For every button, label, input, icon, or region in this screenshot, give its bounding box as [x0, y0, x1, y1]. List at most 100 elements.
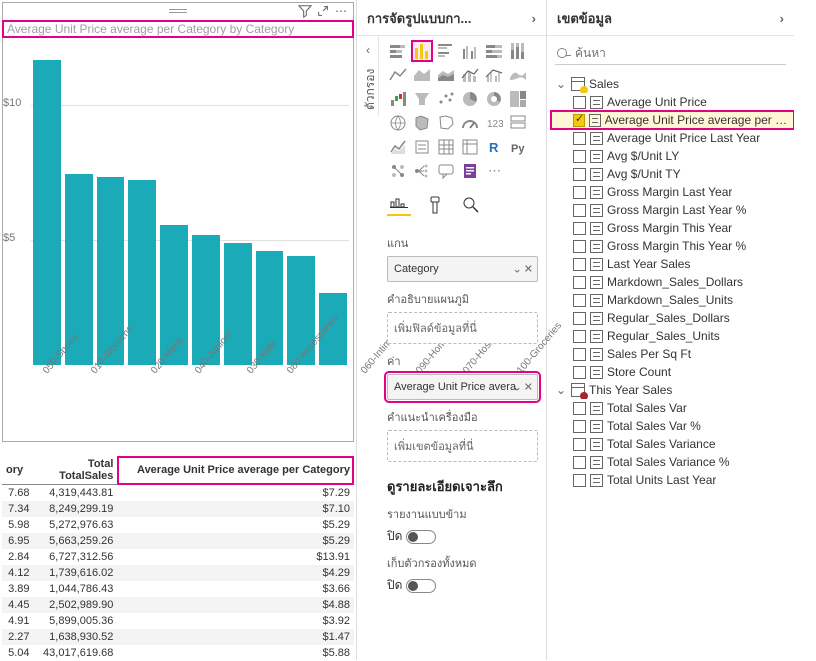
table-row[interactable]: 7.348,249,299.19$7.10 — [2, 501, 354, 517]
checkbox[interactable] — [573, 150, 586, 163]
field-node[interactable]: Gross Margin This Year — [551, 219, 794, 237]
table-row[interactable]: 4.121,739,616.02$4.29 — [2, 565, 354, 581]
focus-mode-icon[interactable] — [315, 3, 331, 19]
bar[interactable] — [33, 60, 61, 365]
table-row[interactable]: 3.891,044,786.43$3.66 — [2, 581, 354, 597]
drag-handle-icon[interactable] — [169, 9, 187, 15]
field-node[interactable]: Markdown_Sales_Dollars — [551, 273, 794, 291]
checkbox[interactable] — [573, 474, 586, 487]
viz-stacked-bar-icon[interactable] — [387, 40, 409, 62]
viz-ribbon-icon[interactable] — [507, 64, 529, 86]
field-node[interactable]: Average Unit Price average per Cate... — [551, 111, 794, 129]
format-tab[interactable] — [423, 194, 447, 216]
viz-decomposition-tree-icon[interactable] — [411, 160, 433, 182]
viz-line-icon[interactable] — [387, 64, 409, 86]
field-node[interactable]: Regular_Sales_Units — [551, 327, 794, 345]
field-node[interactable]: Total Units Last Year — [551, 471, 794, 489]
viz-qa-visual-icon[interactable] — [435, 160, 457, 182]
field-node[interactable]: Average Unit Price — [551, 93, 794, 111]
field-node[interactable]: Total Sales Var % — [551, 417, 794, 435]
checkbox[interactable] — [573, 204, 586, 217]
checkbox[interactable] — [573, 438, 586, 451]
bar[interactable] — [224, 243, 252, 365]
viz-map-icon[interactable] — [387, 112, 409, 134]
chevron-right-icon[interactable]: › — [532, 11, 536, 26]
viz-area-icon[interactable] — [411, 64, 433, 86]
checkbox[interactable] — [573, 366, 586, 379]
viz-funnel-icon[interactable] — [411, 88, 433, 110]
tooltips-field-well[interactable]: เพิ่มเขตข้อมูลที่นี่ — [387, 430, 538, 462]
table-row[interactable]: 4.915,899,005.36$3.92 — [2, 613, 354, 629]
chart-visual[interactable]: ⋯ Average Unit Price average per Categor… — [2, 2, 354, 442]
filters-side-tab[interactable]: ‹ ตัวกรอง — [357, 36, 379, 116]
viz-pie-icon[interactable] — [459, 88, 481, 110]
legend-field-well[interactable]: เพิ่มฟิลด์ข้อมูลที่นี่ — [387, 312, 538, 344]
field-node[interactable]: Gross Margin Last Year — [551, 183, 794, 201]
field-node[interactable]: Regular_Sales_Dollars — [551, 309, 794, 327]
keep-all-toggle[interactable] — [406, 579, 436, 593]
viz-donut-icon[interactable] — [483, 88, 505, 110]
viz-key-influencers-icon[interactable] — [387, 160, 409, 182]
checkbox[interactable] — [573, 420, 586, 433]
checkbox[interactable] — [573, 168, 586, 181]
fields-tab[interactable] — [387, 194, 411, 216]
chart-plot-area[interactable]: $10 $5 050-Shoes010-Womens020-Mens040-Ju… — [3, 37, 353, 437]
table-row[interactable]: 5.0443,017,619.68$5.88 — [2, 645, 354, 661]
field-node[interactable]: Store Count — [551, 363, 794, 381]
viz-shape-map-icon[interactable] — [435, 112, 457, 134]
viz-filled-map-icon[interactable] — [411, 112, 433, 134]
viz-scatter-icon[interactable] — [435, 88, 457, 110]
field-node[interactable]: Total Sales Variance % — [551, 453, 794, 471]
field-node[interactable]: Last Year Sales — [551, 255, 794, 273]
checkbox[interactable] — [573, 240, 586, 253]
field-node[interactable]: Average Unit Price Last Year — [551, 129, 794, 147]
field-node[interactable]: Total Sales Variance — [551, 435, 794, 453]
viz-waterfall-icon[interactable] — [387, 88, 409, 110]
viz-stacked-area-icon[interactable] — [435, 64, 457, 86]
remove-icon[interactable]: ✕ — [524, 381, 533, 394]
bar[interactable] — [128, 180, 156, 366]
checkbox[interactable] — [573, 312, 586, 325]
viz-r-visual-icon[interactable]: R — [483, 136, 505, 158]
filter-icon[interactable] — [297, 3, 313, 19]
remove-icon[interactable]: ✕ — [524, 263, 533, 276]
field-node[interactable]: Gross Margin This Year % — [551, 237, 794, 255]
viz-more-visuals-icon[interactable]: ⋯ — [483, 160, 505, 182]
viz-stacked-column-100-icon[interactable] — [507, 40, 529, 62]
col-category[interactable]: ory — [2, 456, 34, 485]
viz-paginated-report-icon[interactable] — [459, 160, 481, 182]
table-node[interactable]: ⌄ This Year Sales — [551, 381, 794, 399]
field-node[interactable]: Sales Per Sq Ft — [551, 345, 794, 363]
table-row[interactable]: 2.846,727,312.56$13.91 — [2, 549, 354, 565]
chevron-down-icon[interactable]: ⌄ — [513, 263, 522, 276]
checkbox[interactable] — [573, 114, 585, 127]
checkbox[interactable] — [573, 330, 586, 343]
table-row[interactable]: 4.452,502,989.90$4.88 — [2, 597, 354, 613]
checkbox[interactable] — [573, 456, 586, 469]
chevron-down-icon[interactable]: ⌄ — [513, 381, 522, 394]
checkbox[interactable] — [573, 348, 586, 361]
viz-table-icon[interactable] — [435, 136, 457, 158]
table-row[interactable]: 6.955,663,259.26$5.29 — [2, 533, 354, 549]
checkbox[interactable] — [573, 276, 586, 289]
checkbox[interactable] — [573, 186, 586, 199]
cross-report-toggle[interactable] — [406, 530, 436, 544]
viz-treemap-icon[interactable] — [507, 88, 529, 110]
viz-multi-row-card-icon[interactable] — [507, 112, 529, 134]
viz-stacked-column-icon[interactable] — [411, 40, 433, 62]
field-node[interactable]: Markdown_Sales_Units — [551, 291, 794, 309]
viz-line-stacked-column-icon[interactable] — [459, 64, 481, 86]
field-node[interactable]: Gross Margin Last Year % — [551, 201, 794, 219]
viz-slicer-icon[interactable] — [411, 136, 433, 158]
viz-clustered-bar-icon[interactable] — [435, 40, 457, 62]
checkbox[interactable] — [573, 402, 586, 415]
col-total[interactable]: Total TotalSales — [34, 456, 118, 485]
viz-kpi-icon[interactable] — [387, 136, 409, 158]
col-avg-unit-price[interactable]: Average Unit Price average per Category — [117, 456, 354, 485]
table-visual[interactable]: ory Total TotalSales Average Unit Price … — [2, 456, 354, 661]
table-row[interactable]: 2.271,638,930.52$1.47 — [2, 629, 354, 645]
viz-gauge-icon[interactable] — [459, 112, 481, 134]
table-row[interactable]: 5.985,272,976.63$5.29 — [2, 517, 354, 533]
viz-stacked-bar-100-icon[interactable] — [483, 40, 505, 62]
table-node[interactable]: ⌄ Sales — [551, 75, 794, 93]
